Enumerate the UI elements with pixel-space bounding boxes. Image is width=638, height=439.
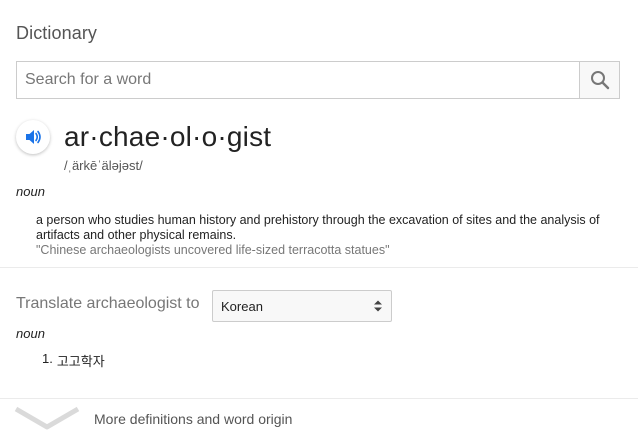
- select-arrows-icon: [374, 300, 382, 312]
- search-button[interactable]: [579, 62, 619, 98]
- search-icon: [590, 71, 609, 90]
- more-definitions-label: More definitions and word origin: [94, 411, 293, 427]
- section-divider: [0, 267, 638, 268]
- dictionary-card: Dictionary ar·chae·ol·o·gist /ˌärkēˈäləj…: [0, 0, 638, 439]
- translate-label: Translate archaeologist to: [16, 295, 200, 312]
- phonetic-spelling: /ˌärkēˈäləjəst/: [64, 158, 143, 173]
- pronunciation-button[interactable]: [16, 120, 50, 154]
- definition-text: a person who studies human history and p…: [36, 213, 600, 242]
- translation-part-of-speech: noun: [16, 326, 45, 341]
- search-input[interactable]: [17, 62, 579, 98]
- more-definitions-link[interactable]: More definitions and word origin: [0, 399, 638, 439]
- speaker-icon: [26, 130, 41, 144]
- language-select[interactable]: Korean: [212, 290, 392, 322]
- translation-number: 1.: [42, 351, 53, 366]
- chevron-down-icon: [14, 406, 80, 430]
- part-of-speech: noun: [16, 184, 45, 199]
- dictionary-title: Dictionary: [16, 23, 98, 43]
- headword: ar·chae·ol·o·gist: [64, 121, 272, 152]
- translation-text: 고고학자: [56, 354, 105, 369]
- example-sentence: "Chinese archaeologists uncovered life-s…: [36, 243, 390, 257]
- language-select-value: Korean: [221, 298, 263, 314]
- translation-item: 1. 고고학자: [42, 351, 105, 370]
- search-box: [16, 61, 620, 99]
